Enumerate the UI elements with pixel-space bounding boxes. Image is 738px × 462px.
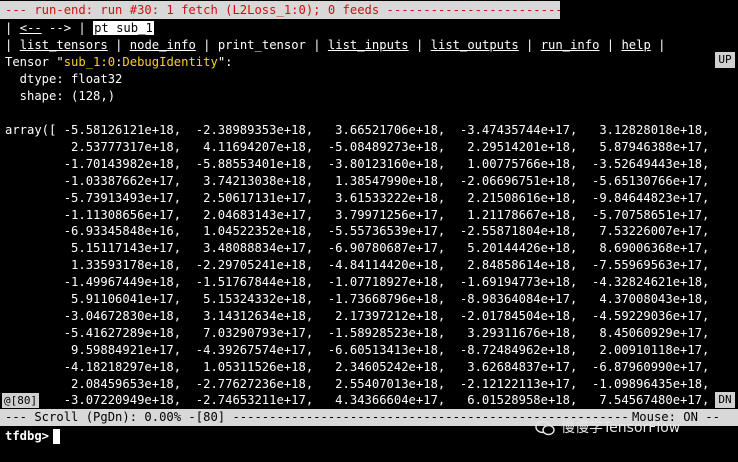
array-row: 5.91106041e+17, 5.15324332e+18, -1.73668…	[5, 292, 710, 306]
menu-help[interactable]: help	[621, 38, 650, 52]
nav-space	[42, 21, 49, 35]
array-row: -1.70143982e+18, -5.88553401e+18, -3.801…	[5, 156, 710, 171]
menu-separator: |	[107, 38, 130, 52]
menu-list-tensors[interactable]: list_tensors	[20, 38, 108, 52]
array-row: array([ -5.58126121e+18, -2.38989353e+18…	[5, 123, 710, 137]
tensor-name: sub_1:0	[63, 55, 116, 69]
scroll-position-marker: @[80]	[2, 393, 40, 408]
menu-separator: |	[5, 38, 20, 52]
command-input[interactable]: pt sub_1	[93, 21, 154, 35]
array-row: -3.07220949e+18, -2.74653211e+17, 4.3436…	[5, 393, 710, 408]
tensor-header: Tensor "sub_1:0:DebugIdentity":	[5, 54, 233, 71]
nav-separator: |	[5, 21, 20, 35]
text-cursor	[53, 429, 61, 444]
nav-bar: | <-- --> | pt sub_1	[5, 20, 154, 37]
command-prompt[interactable]: tfdbg>	[5, 428, 61, 445]
array-row: -3.04672830e+18, 3.14312634e+18, 2.17397…	[5, 308, 710, 323]
tensor-prefix: Tensor "	[5, 55, 64, 69]
menu-separator: |	[408, 38, 431, 52]
tensor-shape: shape: (128,)	[5, 89, 116, 103]
array-row: -6.93345848e+16, 1.04522352e+18, -5.5573…	[5, 224, 710, 239]
tensor-op: DebugIdentity	[122, 55, 218, 69]
tensor-suffix: ":	[217, 55, 233, 69]
command-menu: | list_tensors | node_info | print_tenso…	[5, 37, 665, 54]
menu-print-tensor[interactable]: print_tensor	[218, 38, 306, 52]
menu-run-info[interactable]: run_info	[541, 38, 600, 52]
watermark-text: 慢慢学TensorFlow	[561, 420, 681, 436]
back-link[interactable]: <--	[20, 21, 42, 35]
array-row: -1.49967449e+18, -1.51767844e+18, -1.077…	[5, 275, 710, 290]
watermark: 慢慢学TensorFlow	[535, 420, 680, 442]
menu-list-inputs[interactable]: list_inputs	[328, 38, 409, 52]
menu-separator: |	[650, 38, 666, 52]
menu-separator: |	[518, 38, 541, 52]
array-row: 1.33593178e+18, -2.29705241e+18, -4.8411…	[5, 258, 710, 273]
menu-separator: |	[195, 38, 218, 52]
scroll-up-button[interactable]: UP	[715, 52, 735, 68]
chat-bubble-icon	[535, 420, 555, 436]
tensor-dtype: dtype: float32	[5, 72, 123, 86]
scroll-down-button[interactable]: DN	[715, 392, 735, 408]
array-row: -5.73913493e+17, 2.50617131e+17, 3.61533…	[5, 190, 710, 205]
menu-separator: |	[599, 38, 622, 52]
prompt-label: tfdbg>	[5, 429, 50, 443]
nav-separator: |	[71, 21, 94, 35]
array-row: -1.03387662e+17, 3.74213038e+18, 1.38547…	[5, 173, 710, 188]
run-end-banner: --- run-end: run #30: 1 fetch (L2Loss_1:…	[0, 1, 560, 19]
array-row: -4.18218297e+18, 1.05311526e+18, 2.34605…	[5, 359, 710, 374]
menu-list-outputs[interactable]: list_outputs	[431, 38, 519, 52]
array-row: -5.41627289e+18, 7.03290793e+17, -1.5892…	[5, 325, 710, 340]
array-row: 9.59884921e+17, -4.39267574e+17, -6.6051…	[5, 342, 710, 357]
array-row: 5.15117143e+17, 3.48088834e+17, -6.90780…	[5, 241, 710, 256]
array-row: 2.53777317e+18, 4.11694207e+18, -5.08489…	[5, 139, 710, 154]
array-row: -1.11308656e+17, 2.04683143e+17, 3.79971…	[5, 207, 710, 222]
forward-link[interactable]: -->	[49, 21, 71, 35]
array-row: 2.08459653e+18, -2.77627236e+18, 2.55407…	[5, 376, 710, 391]
menu-node-info[interactable]: node_info	[130, 38, 196, 52]
menu-separator: |	[305, 38, 328, 52]
